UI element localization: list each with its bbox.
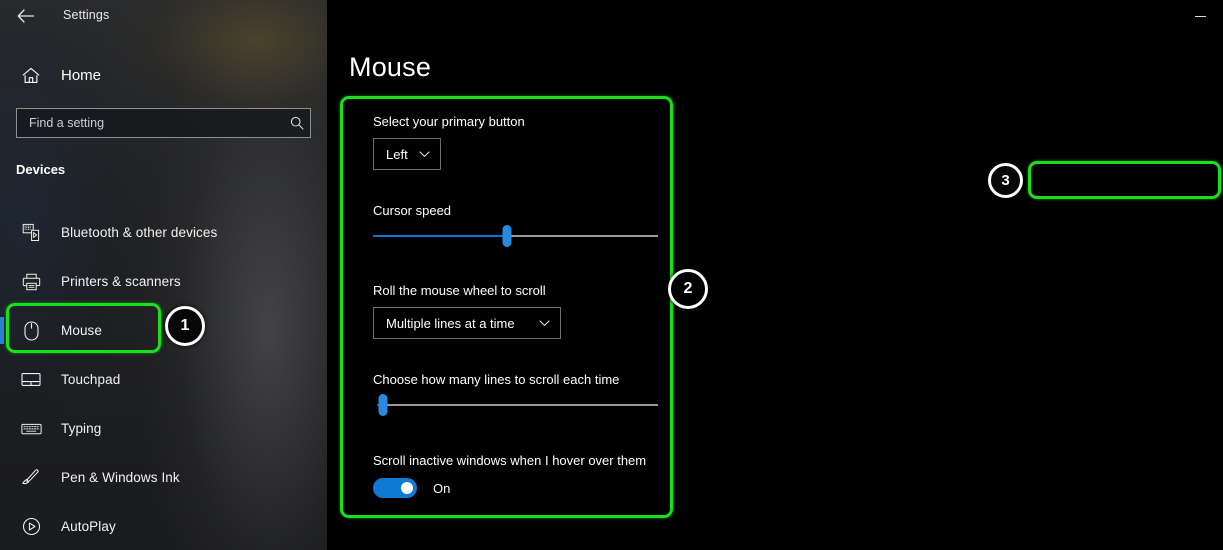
lines-to-scroll-label: Choose how many lines to scroll each tim…	[373, 372, 620, 387]
sidebar-nav-list: Bluetooth & other devices Printers & sca…	[0, 208, 327, 550]
sidebar-item-autoplay[interactable]: AutoPlay	[0, 502, 327, 550]
printer-icon	[14, 273, 48, 291]
search-icon[interactable]	[284, 116, 310, 130]
minimize-button[interactable]	[1177, 0, 1223, 32]
primary-button-value: Left	[386, 146, 408, 162]
sidebar-item-typing[interactable]: Typing	[0, 404, 327, 453]
sidebar-item-label: AutoPlay	[61, 519, 116, 534]
sidebar-item-label: Printers & scanners	[61, 274, 181, 289]
back-arrow-icon[interactable]	[8, 2, 42, 30]
main-content: Mouse Select your primary button Left Cu…	[327, 0, 1223, 550]
sidebar-item-label: Bluetooth & other devices	[61, 225, 218, 240]
mouse-icon	[14, 320, 48, 341]
lines-to-scroll-slider[interactable]	[377, 394, 658, 416]
search-placeholder: Find a setting	[29, 116, 105, 130]
window-title: Settings	[63, 8, 110, 22]
chevron-down-icon	[419, 150, 430, 158]
toggle-knob	[401, 482, 413, 494]
sidebar-item-home-label: Home	[61, 66, 102, 84]
sidebar-item-home[interactable]: Home	[0, 58, 327, 92]
search-input[interactable]: Find a setting	[16, 108, 311, 138]
annotation-marker-2: 2	[668, 269, 708, 309]
sidebar-item-label: Typing	[61, 421, 102, 436]
slider-track	[377, 404, 658, 406]
wheel-scroll-select[interactable]: Multiple lines at a time	[373, 307, 561, 339]
scroll-inactive-toggle-row: On	[373, 478, 450, 498]
touchpad-icon	[14, 372, 48, 387]
slider-thumb[interactable]	[378, 394, 388, 416]
mouse-settings-card: Select your primary button Left Cursor s…	[349, 68, 681, 516]
sidebar-item-pen-windows-ink[interactable]: Pen & Windows Ink	[0, 453, 327, 502]
pen-icon	[14, 468, 48, 487]
scroll-inactive-state: On	[433, 480, 451, 496]
sidebar-item-label: Mouse	[61, 323, 103, 338]
primary-button-label: Select your primary button	[373, 114, 525, 129]
slider-thumb[interactable]	[502, 225, 512, 247]
chevron-down-icon	[539, 319, 550, 327]
title-bar: Settings	[0, 0, 327, 32]
sidebar-item-mouse[interactable]: Mouse	[0, 306, 327, 355]
keyboard-icon	[14, 422, 48, 436]
wheel-scroll-label: Roll the mouse wheel to scroll	[373, 283, 546, 298]
sidebar-item-label: Pen & Windows Ink	[61, 470, 180, 485]
bluetooth-devices-icon	[14, 223, 48, 242]
sidebar-item-label: Touchpad	[61, 372, 121, 387]
annotation-marker-1: 1	[165, 306, 205, 346]
scroll-inactive-toggle[interactable]	[373, 478, 417, 498]
sidebar-group-title: Devices	[16, 162, 66, 177]
sidebar: Settings Home Find a setting Devices Blu…	[0, 0, 327, 550]
sidebar-item-bluetooth-other-devices[interactable]: Bluetooth & other devices	[0, 208, 327, 257]
cursor-speed-slider[interactable]	[373, 225, 658, 247]
autoplay-icon	[14, 517, 48, 536]
sidebar-item-printers-scanners[interactable]: Printers & scanners	[0, 257, 327, 306]
home-icon	[14, 67, 48, 84]
cursor-speed-label: Cursor speed	[373, 203, 452, 218]
annotation-marker-3: 3	[988, 163, 1023, 198]
settings-window: Settings Home Find a setting Devices Blu…	[0, 0, 1223, 550]
sidebar-item-touchpad[interactable]: Touchpad	[0, 355, 327, 404]
primary-button-select[interactable]: Left	[373, 138, 441, 170]
slider-fill	[373, 235, 507, 237]
wheel-scroll-value: Multiple lines at a time	[386, 315, 515, 331]
scroll-inactive-label: Scroll inactive windows when I hover ove…	[373, 453, 647, 468]
minimize-icon	[1194, 15, 1206, 17]
